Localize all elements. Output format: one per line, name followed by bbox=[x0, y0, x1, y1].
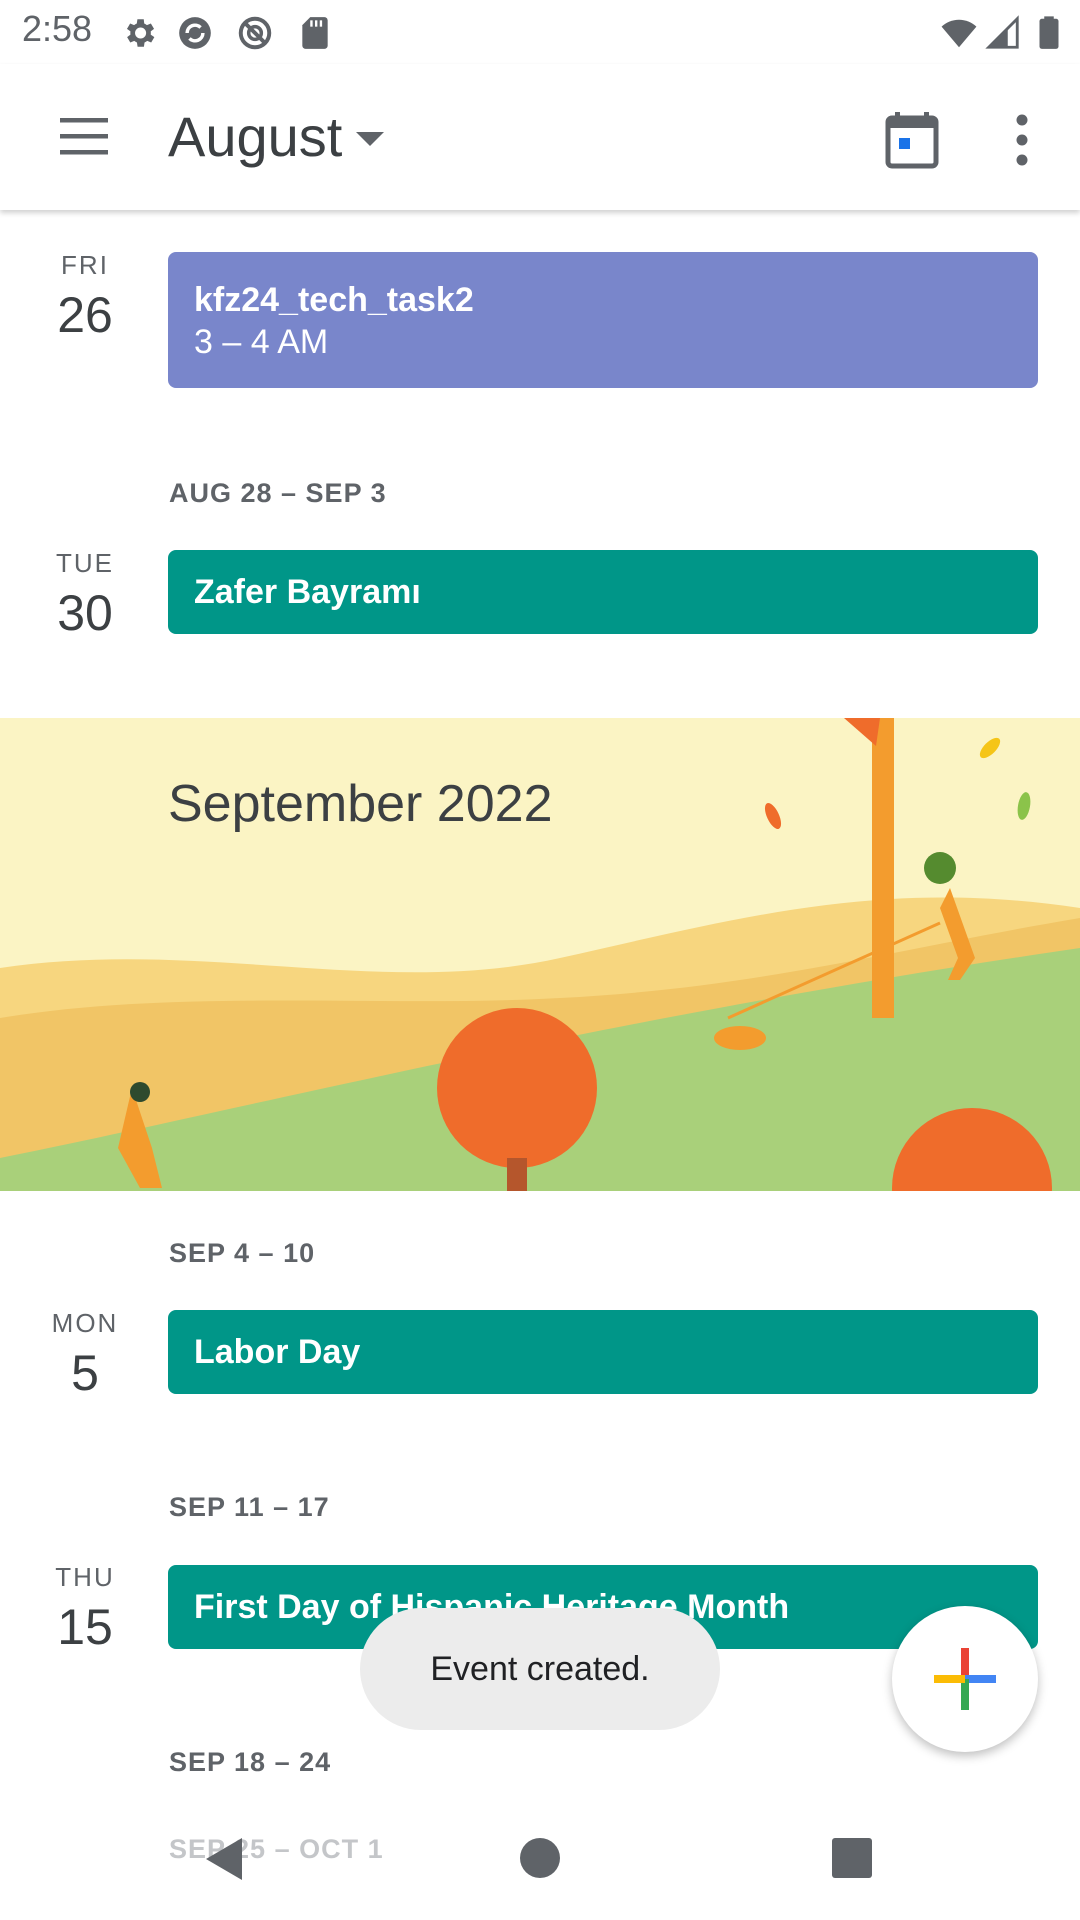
banner-month-title: September 2022 bbox=[168, 775, 553, 833]
more-vert-icon[interactable] bbox=[1000, 108, 1044, 172]
back-icon[interactable] bbox=[200, 1834, 250, 1884]
day-date-number[interactable]: 5 bbox=[0, 1344, 170, 1402]
event-card-labor-day[interactable]: Labor Day bbox=[168, 1310, 1038, 1394]
recents-icon[interactable] bbox=[828, 1834, 876, 1882]
app-bar: August bbox=[0, 64, 1080, 210]
home-icon[interactable] bbox=[516, 1834, 564, 1882]
dropdown-caret-icon[interactable] bbox=[356, 132, 384, 146]
event-card-kfz24[interactable]: kfz24_tech_task2 3 – 4 AM bbox=[168, 252, 1038, 388]
week-range-header: AUG 28 – SEP 3 bbox=[169, 478, 387, 508]
no-signal-app-icon bbox=[238, 16, 272, 50]
week-range-header: SEP 11 – 17 bbox=[169, 1492, 330, 1522]
event-title: Labor Day bbox=[194, 1333, 361, 1371]
cell-signal-icon bbox=[985, 15, 1019, 49]
status-time: 2:58 bbox=[22, 8, 93, 49]
settings-icon bbox=[126, 19, 155, 47]
sd-card-icon bbox=[302, 17, 328, 49]
day-weekday-label: TUE bbox=[56, 548, 114, 578]
create-event-fab[interactable] bbox=[892, 1606, 1038, 1752]
event-title: kfz24_tech_task2 bbox=[194, 281, 474, 319]
day-date-number[interactable]: 26 bbox=[0, 286, 170, 344]
day-weekday-label: MON bbox=[51, 1308, 119, 1338]
battery-icon bbox=[1039, 16, 1059, 49]
day-date-number[interactable]: 15 bbox=[0, 1598, 170, 1656]
week-range-header: SEP 18 – 24 bbox=[169, 1747, 332, 1777]
month-selector-title[interactable]: August bbox=[168, 104, 342, 169]
day-date-number[interactable]: 30 bbox=[0, 584, 170, 642]
status-bar: 2:58 bbox=[0, 0, 1080, 64]
menu-icon[interactable] bbox=[50, 112, 120, 162]
event-time: 3 – 4 AM bbox=[194, 323, 329, 361]
system-nav-bar bbox=[0, 1800, 1080, 1920]
toast-message: Event created. bbox=[360, 1608, 720, 1730]
today-calendar-icon[interactable] bbox=[880, 108, 944, 172]
event-title: Zafer Bayramı bbox=[194, 573, 421, 611]
wifi-icon bbox=[941, 19, 977, 48]
plus-multicolor-icon bbox=[934, 1648, 996, 1710]
day-weekday-label: THU bbox=[55, 1562, 115, 1592]
sync-icon bbox=[179, 17, 211, 49]
event-card-zafer-bayrami[interactable]: Zafer Bayramı bbox=[168, 550, 1038, 634]
month-banner-illustration: September 2022 bbox=[0, 718, 1080, 1191]
day-weekday-label: FRI bbox=[61, 250, 109, 280]
week-range-header: SEP 4 – 10 bbox=[169, 1238, 316, 1268]
